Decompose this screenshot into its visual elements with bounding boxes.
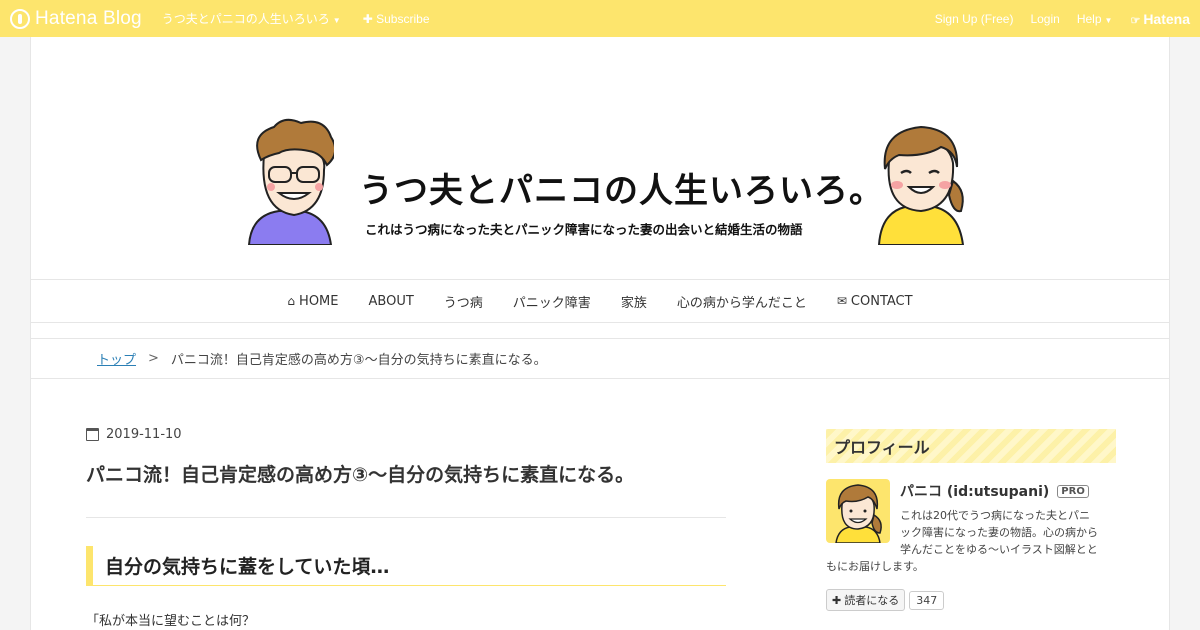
envelope-icon: ✉ [836, 294, 847, 308]
profile-card: パニコ (id:utsupani) PRO これは20代でうつ病になった夫とパニ… [826, 479, 1116, 579]
nav-contact[interactable]: ✉ CONTACT [837, 294, 913, 309]
profile-desc-line: ック障害になった妻の物語。心の病から [900, 526, 1098, 539]
page-container: うつ夫とパニコの人生いろいろ。 これはうつ病になった夫とパニック障害になった妻の… [30, 37, 1170, 630]
subscribe-link[interactable]: ✚ Subscribe [363, 12, 430, 26]
section-heading: 自分の気持ちに蓋をしていた頃… [86, 546, 726, 586]
pro-badge: PRO [1057, 484, 1089, 498]
signup-link[interactable]: Sign Up (Free) [935, 12, 1014, 26]
hatena-logo-icon [10, 8, 30, 29]
profile-name[interactable]: パニコ (id:utsupani) [900, 481, 1049, 501]
global-nav: ⌂ HOME ABOUT うつ病 パニック障害 家族 心の病から学んだこと ✉ CO… [31, 279, 1169, 323]
hatena-blog-logo[interactable]: Hatena Blog [10, 8, 142, 30]
breadcrumb-current: パニコ流！自己肯定感の高め方③～自分の気持ちに素直になる。 [170, 353, 547, 368]
divider [86, 517, 726, 518]
profile-desc-line: これは20代でうつ病になった夫とパニ [900, 509, 1090, 522]
nav-depression-label: うつ病 [443, 295, 483, 311]
hatena-label: Hatena [1143, 10, 1190, 27]
calendar-icon [86, 428, 99, 441]
blog-subtitle: これはうつ病になった夫とパニック障害になった妻の出会いと結婚生活の物語 [365, 222, 803, 237]
plus-icon: ✚ [832, 593, 842, 607]
blog-title: うつ夫とパニコの人生いろいろ。 [359, 171, 884, 211]
profile-description: これは20代でうつ病になった夫とパニ ック障害になった妻の物語。心の病から 学ん… [826, 507, 1116, 575]
nav-home[interactable]: ⌂ HOME [287, 294, 338, 309]
article-body-text: 「私が本当に望むことは何？ [86, 614, 256, 629]
caret-down-icon: ▼ [332, 16, 341, 25]
sidebar: プロフィール パニコ (id:utsupani) PRO これは20代でうつ病に… [826, 429, 1116, 611]
help-label: Help [1076, 11, 1102, 26]
profile-section-title: プロフィール [826, 429, 1116, 463]
hatena-blog-logo-text: Hatena Blog [35, 7, 142, 29]
post-date[interactable]: 2019-11-10 [86, 427, 726, 442]
blog-menu-dropdown[interactable]: うつ夫とパニコの人生いろいろ ▼ [162, 10, 341, 27]
man-illustration [247, 118, 334, 245]
post-title[interactable]: パニコ流！自己肯定感の高め方③～自分の気持ちに素直になる。 [86, 460, 726, 487]
hatena-mark-icon: ☞ [1130, 14, 1141, 27]
post-date-text: 2019-11-10 [106, 427, 182, 442]
nav-panic[interactable]: パニック障害 [513, 292, 591, 311]
help-dropdown[interactable]: Help ▼ [1077, 12, 1113, 26]
nav-family-label: 家族 [620, 295, 647, 311]
nav-about[interactable]: ABOUT [369, 294, 414, 309]
hatena-link[interactable]: ☞ Hatena [1130, 11, 1190, 27]
subscriber-count[interactable]: 347 [909, 590, 945, 610]
nav-contact-label: CONTACT [850, 293, 913, 309]
nav-about-label: ABOUT [368, 293, 414, 309]
breadcrumb: トップ > パニコ流！自己肯定感の高め方③～自分の気持ちに素直になる。 [31, 338, 1169, 379]
nav-panic-label: パニック障害 [512, 295, 591, 311]
nav-family[interactable]: 家族 [621, 292, 647, 311]
nav-lessons-label: 心の病から学んだこと [676, 295, 807, 311]
breadcrumb-separator: > [148, 351, 159, 366]
caret-down-icon: ▼ [1104, 15, 1113, 25]
subscribe-reader-button[interactable]: ✚ 読者になる [826, 589, 906, 611]
blog-menu-label: うつ夫とパニコの人生いろいろ [161, 12, 330, 26]
hatena-topbar: Hatena Blog うつ夫とパニコの人生いろいろ ▼ ✚ Subscribe … [0, 0, 1200, 37]
nav-home-label: HOME [299, 293, 339, 309]
blog-header-banner[interactable]: うつ夫とパニコの人生いろいろ。 これはうつ病になった夫とパニック障害になった妻の… [239, 115, 969, 245]
nav-lessons[interactable]: 心の病から学んだこと [677, 292, 807, 311]
profile-desc-line: もにお届けします。 [826, 560, 924, 573]
article: 2019-11-10 パニコ流！自己肯定感の高め方③～自分の気持ちに素直になる。… [86, 427, 726, 629]
woman-illustration [877, 125, 965, 245]
nav-depression[interactable]: うつ病 [444, 292, 483, 311]
profile-desc-line: 学んだことをゆる～いイラスト図解とと [900, 543, 1098, 556]
breadcrumb-top-link[interactable]: トップ [97, 349, 136, 368]
home-icon: ⌂ [287, 294, 296, 308]
plus-icon: ✚ [362, 11, 373, 26]
subscribe-label: Subscribe [376, 11, 430, 26]
login-link[interactable]: Login [1030, 12, 1059, 26]
subscribe-reader-label: 読者になる [844, 594, 900, 607]
